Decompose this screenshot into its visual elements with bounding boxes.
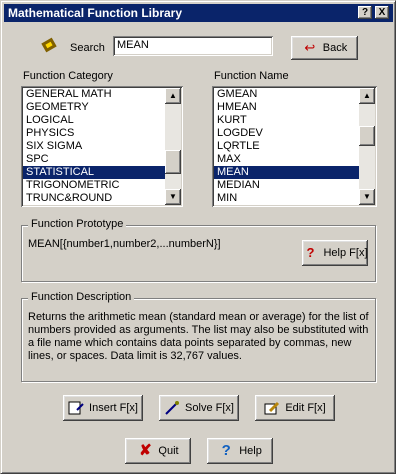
category-scrollbar[interactable]: ▲ ▼ [165,88,181,205]
category-label: Function Category [23,70,113,82]
scroll-up-icon[interactable]: ▲ [359,88,375,104]
edit-fx-button[interactable]: Edit F[x] [255,395,335,421]
scroll-down-icon[interactable]: ▼ [165,189,181,205]
category-list-item[interactable]: GEOMETRY [23,101,165,114]
edit-fx-label: Edit F[x] [285,402,326,414]
search-icon [41,37,57,53]
title-bar: Mathematical Function Library ? X [4,4,393,22]
help-fx-label: Help F[x] [323,247,368,259]
category-list-item[interactable]: LOGICAL [23,114,165,127]
function-library-window: Mathematical Function Library ? X Search… [0,0,396,474]
quit-button-label: Quit [158,445,179,457]
function-name-list-item[interactable]: LOGDEV [214,127,359,140]
solve-fx-label: Solve F[x] [185,402,234,414]
solve-fx-button[interactable]: Solve F[x] [159,395,239,421]
help-fx-button[interactable]: ? Help F[x] [302,240,368,266]
category-scroll-thumb[interactable] [165,150,181,174]
function-name-list-item[interactable]: KURT [214,114,359,127]
function-name-list-item[interactable]: MAX [214,153,359,166]
category-list-items: GENERAL MATH GEOMETRY LOGICAL PHYSICS SIX SI… [23,88,165,205]
search-input-value: MEAN [117,39,149,51]
function-name-list-item[interactable]: MEAN [214,166,359,179]
function-name-list-item[interactable]: GMEAN [214,88,359,101]
category-list-item[interactable]: STATISTICAL [23,166,165,179]
function-name-label: Function Name [214,70,289,82]
close-icon: ✘ [139,442,152,459]
title-help-button[interactable]: ? [358,6,372,19]
description-caption: Function Description [28,291,135,303]
quit-button[interactable]: ✘ Quit [125,438,191,464]
category-list[interactable]: GENERAL MATH GEOMETRY LOGICAL PHYSICS SIX SI… [21,86,183,207]
back-button-label: Back [322,42,348,54]
prototype-caption: Function Prototype [28,218,127,230]
description-group: Function Description Returns the arithme… [21,291,376,382]
scroll-down-icon[interactable]: ▼ [359,189,375,205]
window-title: Mathematical Function Library [8,6,183,20]
category-list-item[interactable]: GENERAL MATH [23,88,165,101]
prototype-group: Function Prototype MEAN[{number1,number2… [21,218,376,282]
function-name-list-item[interactable]: HMEAN [214,101,359,114]
function-name-list-items: GMEAN HMEAN KURT LOGDEV LQRTLE MAX MEAN MEDIAN M… [214,88,359,205]
function-name-scroll-thumb[interactable] [359,126,375,146]
scroll-up-icon[interactable]: ▲ [165,88,181,104]
search-input[interactable]: MEAN [113,36,273,56]
insert-icon [68,400,84,416]
title-close-button[interactable]: X [375,6,389,19]
question-icon: ? [306,245,315,260]
edit-pencil-icon [264,400,280,416]
category-list-item[interactable]: TRIGONOMETRIC [23,179,165,192]
description-text: Returns the arithmetic mean (standard me… [28,311,369,362]
prototype-text: MEAN[{number1,number2,...numberN}] [28,238,221,250]
help-button[interactable]: ? Help [207,438,273,464]
search-label: Search [70,42,105,54]
category-list-item[interactable]: SPC [23,153,165,166]
back-button[interactable]: ↩ Back [291,36,358,60]
question-icon: ? [221,442,231,459]
solve-icon [164,400,180,416]
help-button-label: Help [239,445,262,457]
insert-fx-button[interactable]: Insert F[x] [63,395,143,421]
category-list-item[interactable]: PHYSICS [23,127,165,140]
function-name-list-item[interactable]: MIN [214,192,359,205]
function-name-list-item[interactable]: LQRTLE [214,140,359,153]
function-name-list-item[interactable]: MEDIAN [214,179,359,192]
function-name-list[interactable]: GMEAN HMEAN KURT LOGDEV LQRTLE MAX MEAN MEDIAN M… [212,86,377,207]
back-arrow-icon: ↩ [304,40,316,55]
function-name-scrollbar[interactable]: ▲ ▼ [359,88,375,205]
insert-fx-label: Insert F[x] [89,402,138,414]
category-list-item[interactable]: TRUNC&ROUND [23,192,165,205]
category-list-item[interactable]: SIX SIGMA [23,140,165,153]
